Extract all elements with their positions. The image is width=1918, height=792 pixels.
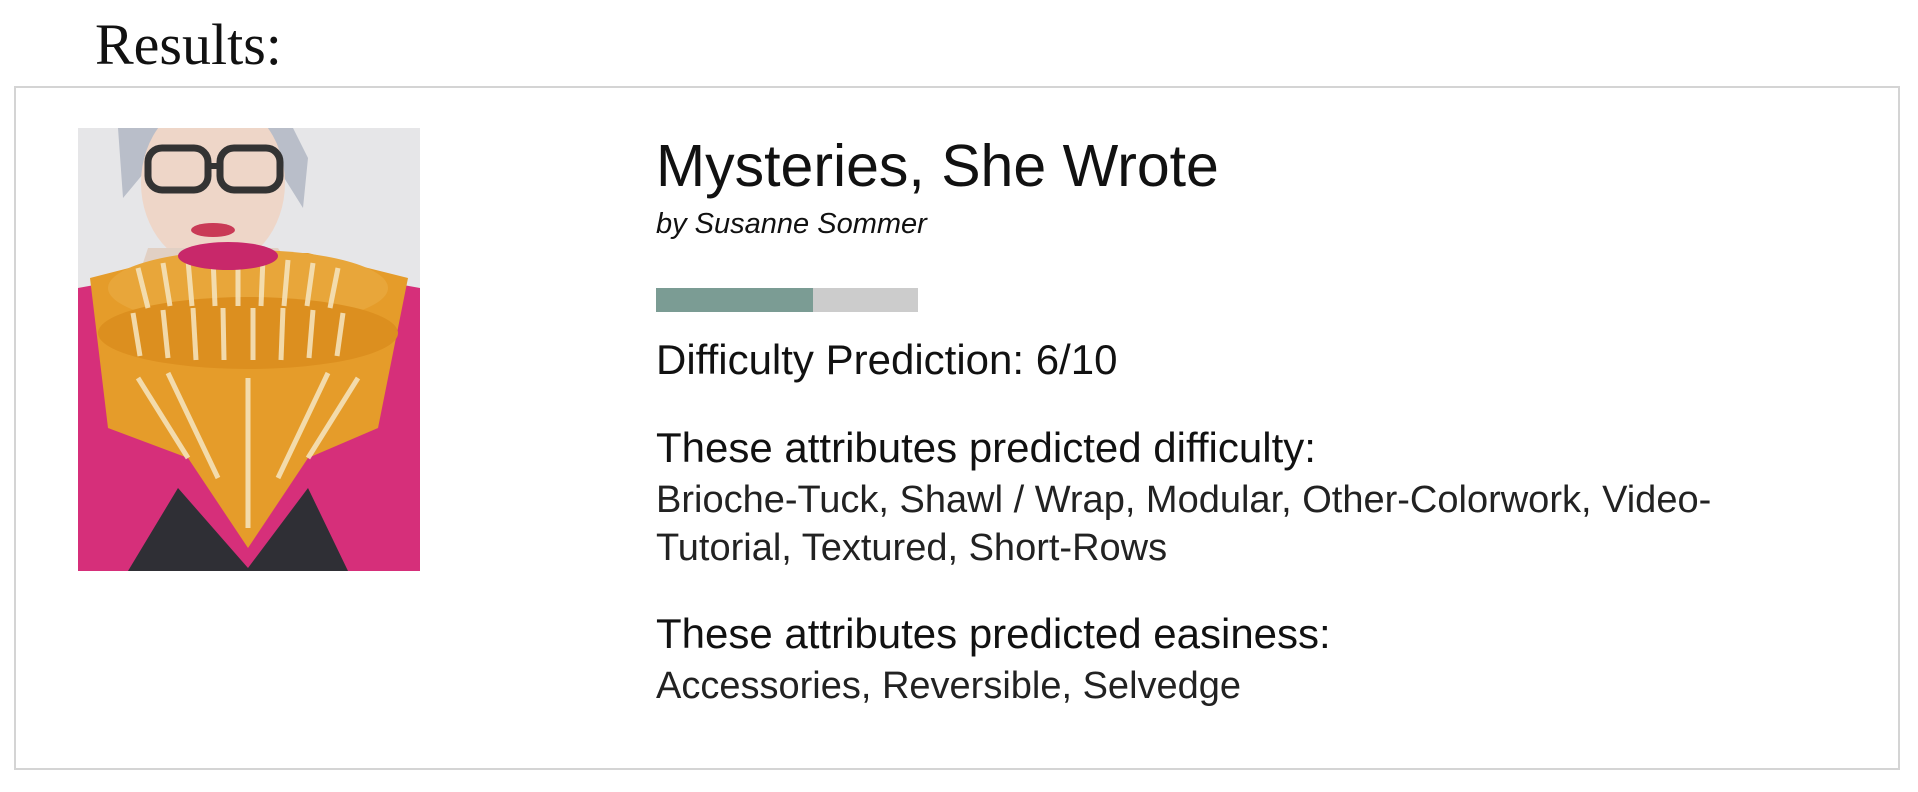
difficulty-attributes-heading: These attributes predicted difficulty: — [656, 424, 1316, 471]
difficulty-progress-bar — [656, 288, 918, 312]
results-heading: Results: — [95, 12, 282, 77]
difficulty-attributes-list: Brioche-Tuck, Shawl / Wrap, Modular, Oth… — [656, 479, 1712, 569]
pattern-title: Mysteries, She Wrote — [656, 133, 1219, 199]
pattern-author: by Susanne Sommer — [656, 208, 927, 240]
result-card: Mysteries, She Wrote by Susanne Sommer D… — [14, 86, 1900, 770]
pattern-details: Mysteries, She Wrote by Susanne Sommer D… — [656, 128, 1836, 710]
difficulty-prediction: Difficulty Prediction: 6/10 — [656, 336, 1118, 383]
easiness-attributes-heading: These attributes predicted easiness: — [656, 610, 1331, 657]
pattern-photo — [78, 128, 420, 571]
easiness-attributes-list: Accessories, Reversible, Selvedge — [656, 665, 1242, 707]
difficulty-progress-fill — [656, 288, 814, 312]
